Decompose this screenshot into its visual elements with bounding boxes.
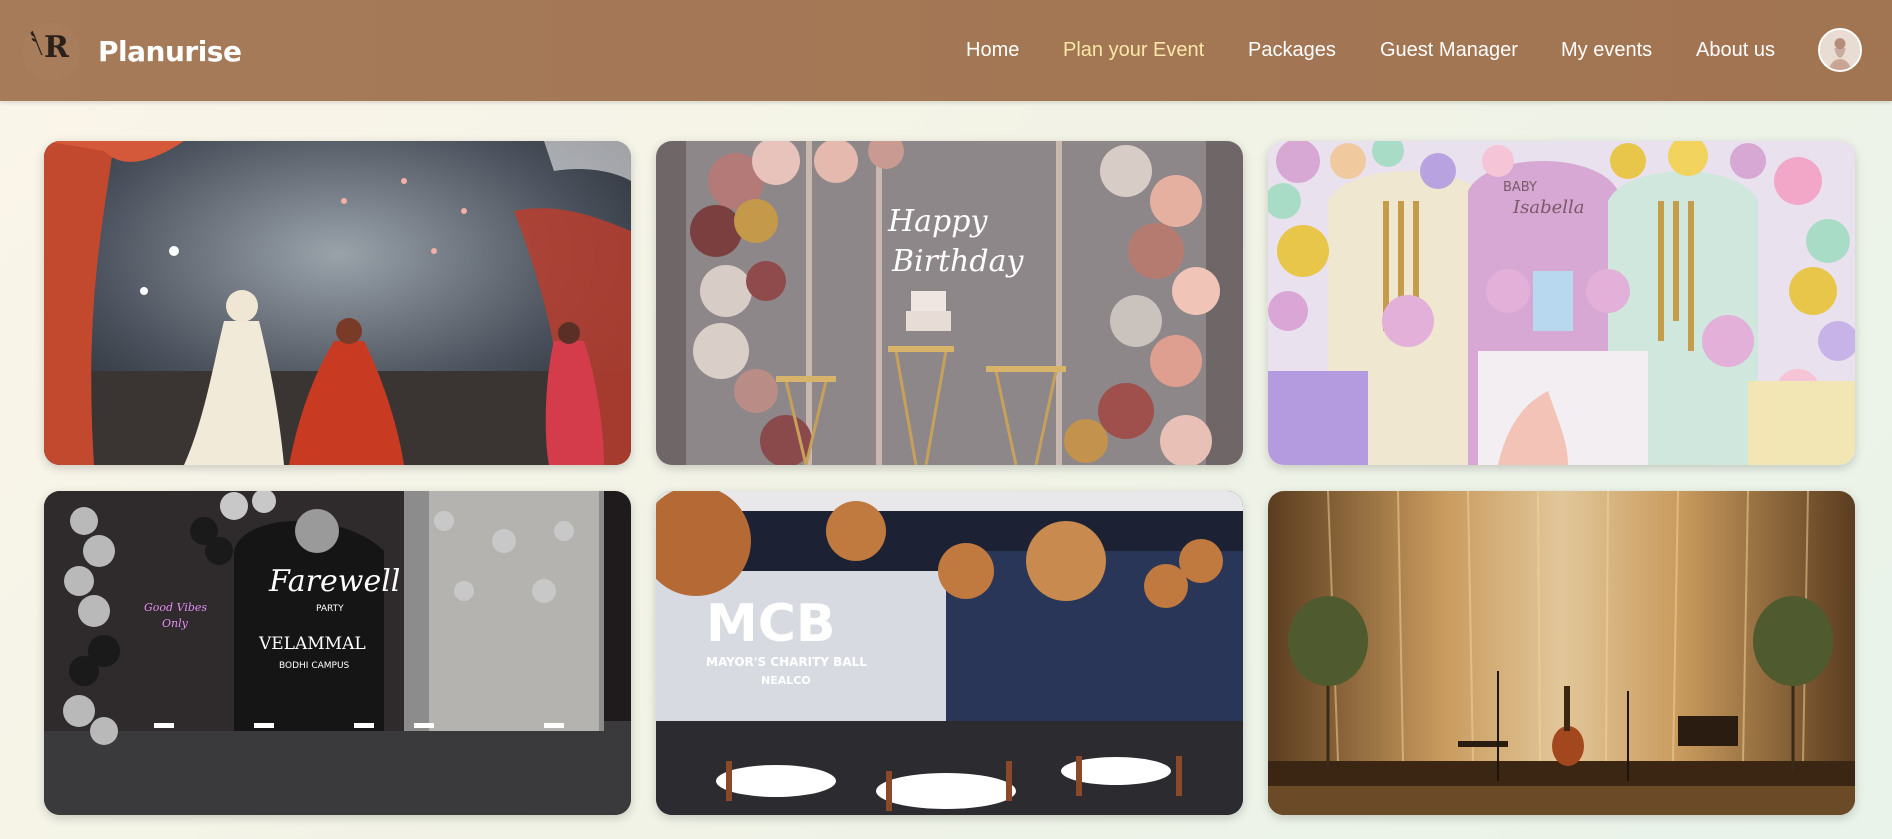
nav-about-us[interactable]: About us [1696,39,1775,62]
birthday-text: Birthday [891,244,1024,279]
stage-lights-photo [1268,491,1855,815]
mcb-text: MCB [706,594,836,654]
farewell-text: Farewell [268,564,400,599]
birthday-photo: Happy Birthday [656,141,1243,465]
nav-guest-manager[interactable]: Guest Manager [1380,39,1518,62]
gallery-card-farewell[interactable]: Farewell PARTY VELAMMAL BODHI CAMPUS Goo… [44,491,631,815]
nav-home[interactable]: Home [966,39,1019,62]
navbar: R Planurise Home Plan your Event Package… [0,0,1892,101]
nav-plan-your-event[interactable]: Plan your Event [1063,39,1204,62]
farewell-photo: Farewell PARTY VELAMMAL BODHI CAMPUS Goo… [44,491,631,815]
gallery-card-stage[interactable] [1268,491,1855,815]
gallery-card-birthday[interactable]: Happy Birthday [656,141,1243,465]
velammal-text: VELAMMAL [258,634,366,654]
charity-ball-text: MAYOR'S CHARITY BALL [706,655,867,669]
isabella-text: Isabella [1512,197,1585,218]
baby-shower-photo: BABY Isabella [1268,141,1855,465]
nav-packages[interactable]: Packages [1248,39,1336,62]
wedding-photo [44,141,631,465]
bodhi-campus-text: BODHI CAMPUS [279,661,350,671]
gallery-card-wedding[interactable] [44,141,631,465]
logo[interactable]: R [22,23,80,81]
gallery-card-charity-ball[interactable]: MCB MAYOR'S CHARITY BALL NEALCO [656,491,1243,815]
gallery-card-baby-shower[interactable]: BABY Isabella [1268,141,1855,465]
svg-text:Only: Only [162,617,189,630]
good-vibes-text: Good Vibes [144,601,207,614]
party-text: PARTY [316,604,344,614]
user-avatar[interactable] [1818,28,1862,72]
brand-name[interactable]: Planurise [98,35,242,68]
nealco-text: NEALCO [761,674,811,687]
logo-letter: R [44,30,69,65]
happy-text: Happy [887,204,988,239]
charity-ball-photo: MCB MAYOR'S CHARITY BALL NEALCO [656,491,1243,815]
nav-my-events[interactable]: My events [1561,39,1652,62]
baby-text: BABY [1503,180,1537,195]
avatar-image [1820,30,1860,70]
